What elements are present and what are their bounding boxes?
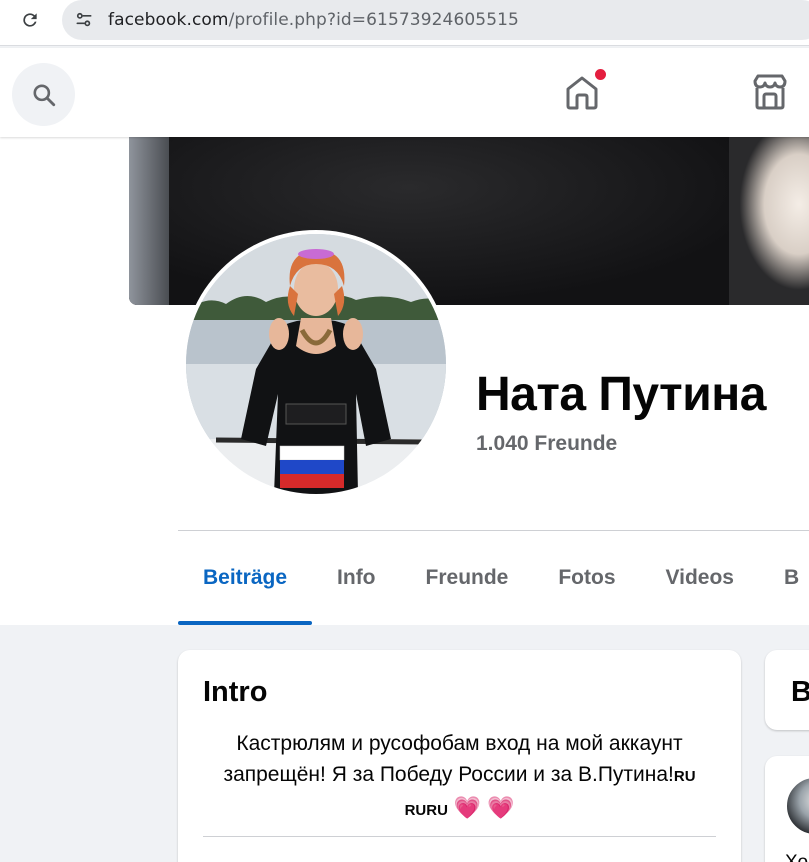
browser-address-bar: facebook.com/profile.php?id=615739246055… xyxy=(0,0,809,46)
tab-photos[interactable]: Fotos xyxy=(533,531,640,625)
bio-line-2: запрещён! Я за Победу России и за В.Пути… xyxy=(223,763,674,786)
url-text[interactable]: facebook.com/profile.php?id=615739246055… xyxy=(108,10,519,30)
profile-picture[interactable] xyxy=(182,230,450,498)
intro-divider xyxy=(203,836,716,837)
tab-friends[interactable]: Freunde xyxy=(401,531,534,625)
tab-posts[interactable]: Beiträge xyxy=(178,531,313,625)
profile-photo-image xyxy=(186,234,446,494)
ru-flag-text: RU xyxy=(673,768,696,785)
right-column-card: B xyxy=(765,650,809,730)
search-button[interactable] xyxy=(12,63,75,126)
bio-line-1: Кастрюлям и русофобам вход на мой аккаун… xyxy=(236,732,683,755)
avatar[interactable] xyxy=(785,776,809,836)
search-icon xyxy=(32,83,55,106)
profile-name: Ната Путина xyxy=(476,368,766,421)
marketplace-icon xyxy=(753,74,787,110)
profile-header: Ната Путина 1.040 Freunde Beiträge Info … xyxy=(0,137,809,625)
friends-count[interactable]: 1.040 Freunde xyxy=(476,432,617,456)
site-info-icon[interactable] xyxy=(70,6,98,34)
profile-tabs: Beiträge Info Freunde Fotos Videos B xyxy=(178,531,809,625)
post-author-text: Хо xyxy=(785,852,808,862)
ru-flag-text: RU xyxy=(426,802,448,819)
tab-more[interactable]: B xyxy=(759,531,809,625)
tab-videos[interactable]: Videos xyxy=(641,531,759,625)
right-card-title: B xyxy=(791,676,809,708)
reload-icon[interactable] xyxy=(16,6,44,34)
pink-heart-icon: 💗 xyxy=(487,795,515,820)
intro-bio: Кастрюлям и русофобам вход на мой аккаун… xyxy=(196,728,723,826)
right-column-post-card: Хо xyxy=(765,756,809,862)
marketplace-button[interactable] xyxy=(748,70,792,114)
pink-heart-icon: 💗 xyxy=(453,795,482,820)
intro-card: Intro Кастрюлям и русофобам вход на мой … xyxy=(178,650,741,862)
intro-title: Intro xyxy=(203,676,268,708)
url-path: /profile.php?id=61573924605515 xyxy=(228,10,519,30)
home-notification-dot xyxy=(594,68,607,81)
url-host: facebook.com xyxy=(108,10,229,30)
tab-info[interactable]: Info xyxy=(312,531,400,625)
facebook-top-nav xyxy=(0,48,809,137)
ru-flag-text: RU xyxy=(404,802,427,819)
